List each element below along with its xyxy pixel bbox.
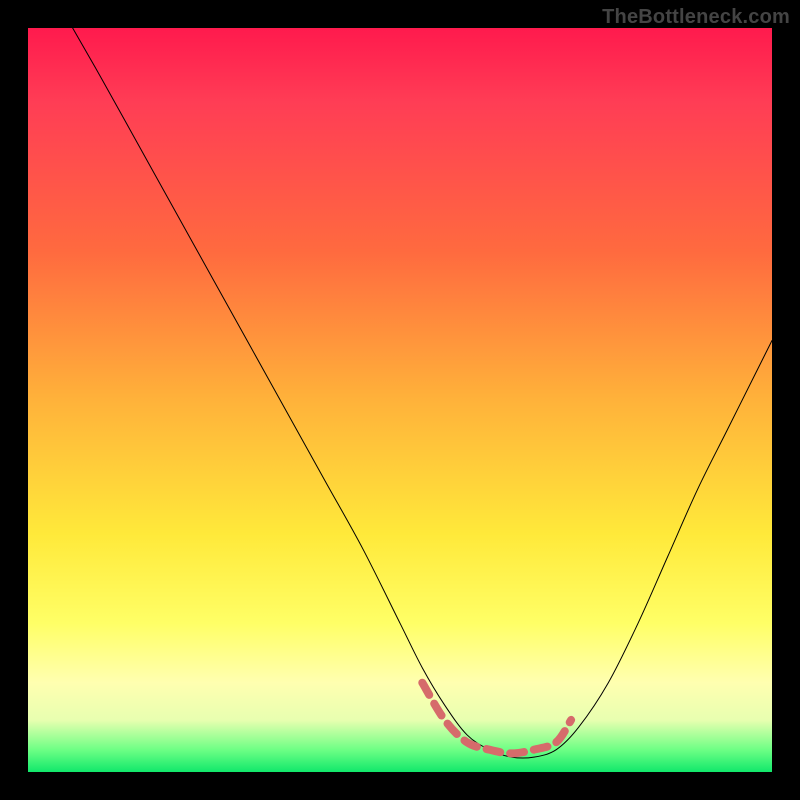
- series-highlight-valley: [422, 683, 571, 754]
- series-bottleneck-curve: [73, 28, 772, 758]
- chart-svg: [28, 28, 772, 772]
- chart-series: [73, 28, 772, 758]
- watermark-text: TheBottleneck.com: [602, 6, 790, 29]
- chart-frame: TheBottleneck.com: [0, 0, 800, 800]
- plot-area: [28, 28, 772, 772]
